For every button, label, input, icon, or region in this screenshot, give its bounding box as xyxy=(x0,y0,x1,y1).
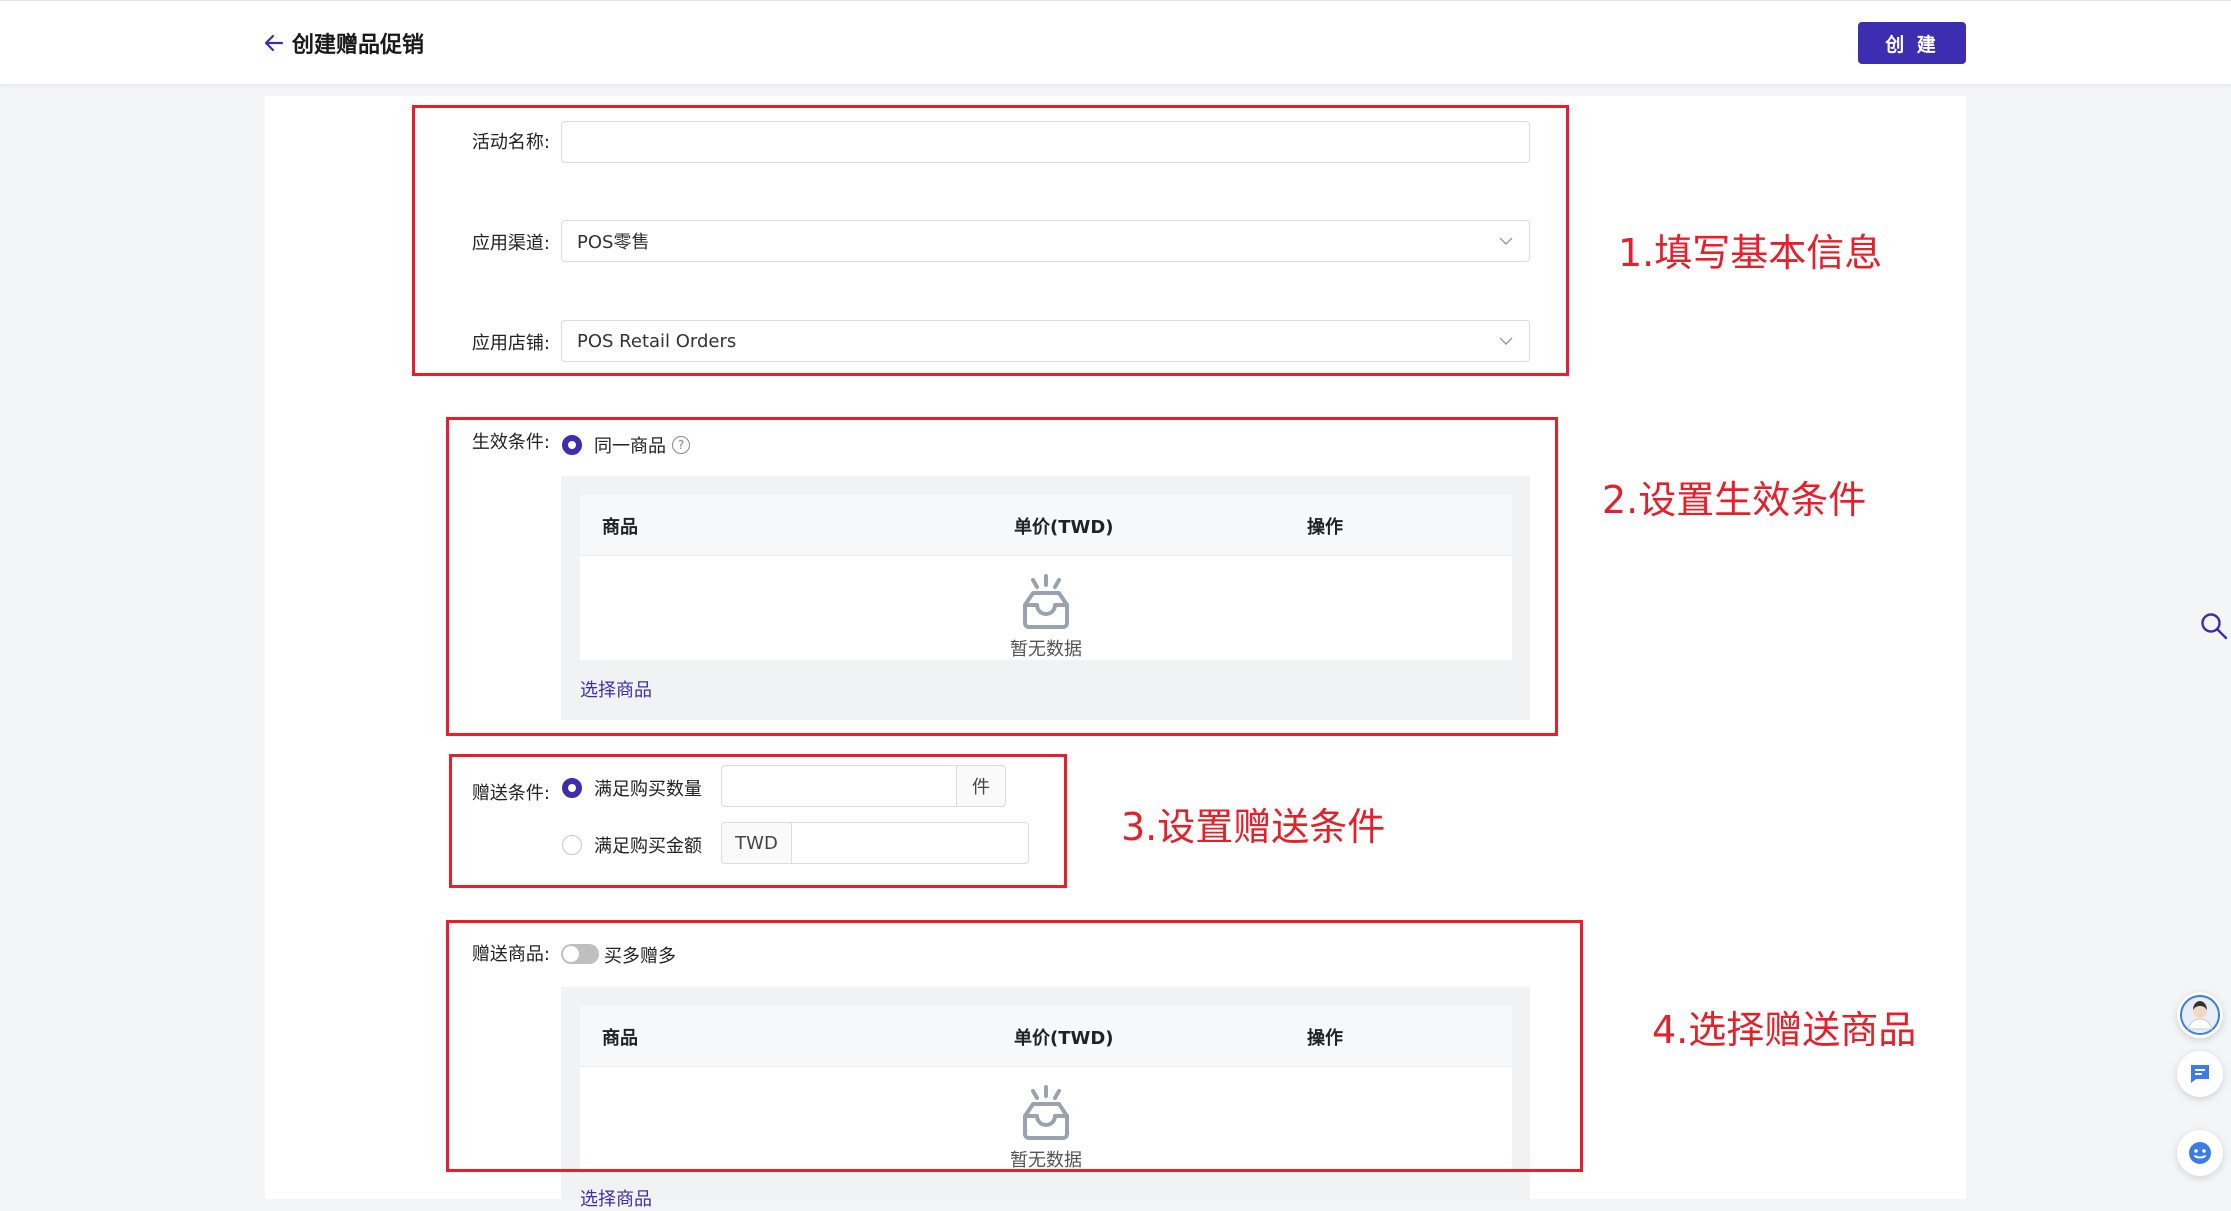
page-title: 创建赠品促销 xyxy=(292,33,425,58)
select-product-link[interactable]: 选择商品 xyxy=(580,1185,652,1211)
annotation-step2: 2.设置生效条件 xyxy=(1602,478,1867,522)
back-button[interactable]: 创建赠品促销 xyxy=(262,27,424,59)
feedback-button[interactable] xyxy=(2177,1051,2223,1097)
top-bar: 创建赠品促销 创 建 xyxy=(0,0,2231,84)
search-icon[interactable] xyxy=(2200,612,2228,640)
annotation-box-step2 xyxy=(446,417,1558,736)
support-avatar[interactable] xyxy=(2177,992,2223,1038)
annotation-box-step4 xyxy=(446,920,1583,1172)
bot-icon xyxy=(2189,1142,2211,1164)
annotation-box-step1 xyxy=(412,105,1569,376)
annotation-step3: 3.设置赠送条件 xyxy=(1121,805,1386,849)
annotation-box-step3 xyxy=(449,754,1067,888)
annotation-step1: 1.填写基本信息 xyxy=(1618,231,1883,275)
message-icon xyxy=(2191,1065,2209,1083)
chat-bot-button[interactable] xyxy=(2177,1130,2223,1176)
arrow-left-icon xyxy=(264,34,284,52)
create-button[interactable]: 创 建 xyxy=(1858,22,1966,64)
annotation-step4: 4.选择赠送商品 xyxy=(1652,1008,1917,1052)
avatar-icon xyxy=(2180,995,2220,1035)
